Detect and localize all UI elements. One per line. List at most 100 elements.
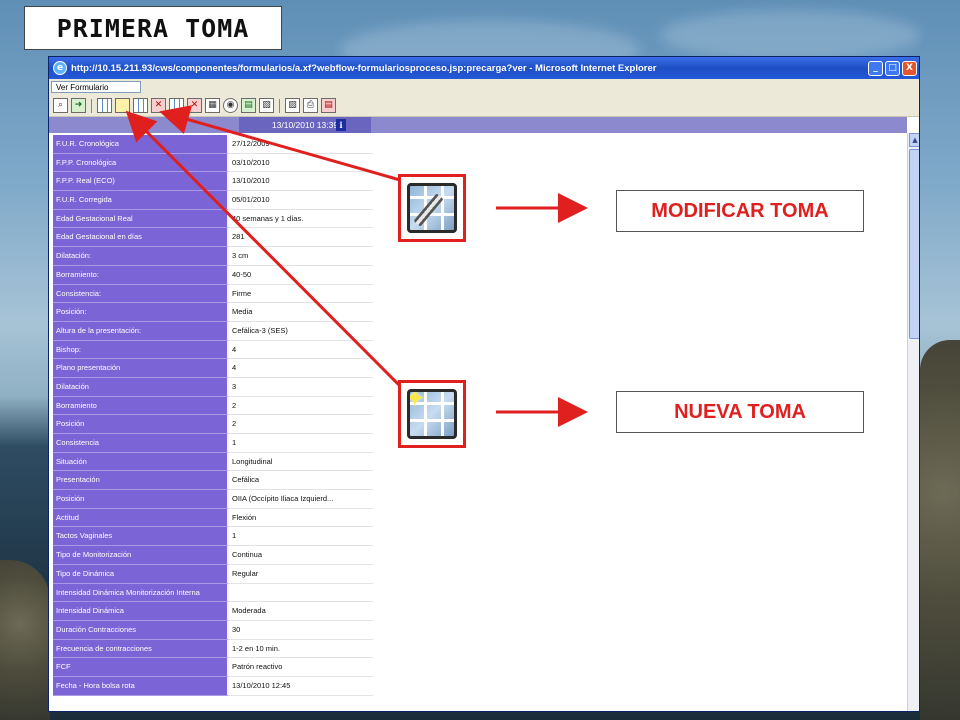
form-row: Dilatación 3: [53, 377, 375, 397]
form-row-label: Presentación: [53, 471, 229, 491]
form-row: Borramiento 2: [53, 396, 375, 416]
form-row: Consistencia: Firme: [53, 284, 375, 304]
form-row-value: 2: [229, 397, 373, 416]
graph-icon[interactable]: ▧: [259, 98, 274, 113]
form-row-value: 4: [229, 359, 373, 378]
form-row-label: F.U.R. Corregida: [53, 191, 229, 210]
form-row-label: F.U.R. Cronológica: [53, 135, 229, 154]
form-row-value: Flexión: [229, 509, 373, 528]
form-row-value: 40 semanas y 1 días.: [229, 210, 373, 229]
form-row: Duración Contracciones 30: [53, 620, 375, 640]
form-row-value: Continua: [229, 546, 373, 565]
form-row: Intensidad Dinámica Monitorización Inter…: [53, 583, 375, 603]
radio-icon[interactable]: ◉: [223, 98, 238, 113]
form-toolbar: ⌕ ➜ ✕ ✕ ▦ ◉ ▤ ▧ ▨ ⎙ ▤: [49, 95, 919, 117]
record-date-tab[interactable]: 13/10/2010 13:39: [239, 117, 371, 133]
form-row-value: 4: [229, 341, 373, 360]
form-row: Dilatación: 3 cm: [53, 247, 375, 266]
form-row-label: Tipo de Monitorización: [53, 546, 229, 565]
form-row: F.U.R. Corregida 05/01/2010: [53, 191, 375, 210]
form-row-value: 1: [229, 434, 373, 453]
form-row-label: Actitud: [53, 508, 229, 528]
maximize-button[interactable]: □: [885, 60, 900, 76]
line-chart-icon[interactable]: ▨: [285, 98, 300, 113]
form-row-label: Borramiento: [53, 396, 229, 416]
info-icon[interactable]: i: [336, 119, 346, 131]
form-row: Edad Gestacional Real 40 semanas y 1 días…: [53, 209, 375, 229]
coastal-rocks: [920, 340, 960, 720]
form-row: Bishop: 4: [53, 340, 375, 360]
form-row: Frecuencia de contracciones 1-2 en 10 min…: [53, 639, 375, 659]
save-icon[interactable]: ▤: [241, 98, 256, 113]
form-row: Fecha - Hora bolsa rota 13/10/2010 12:45: [53, 676, 375, 696]
form-row: Posición 2: [53, 415, 375, 434]
form-row-label: Altura de la presentación:: [53, 321, 229, 341]
form-row-label: Situación: [53, 452, 229, 472]
form-row-label: Tactos Vaginales: [53, 527, 229, 547]
edit-record-icon[interactable]: [133, 98, 148, 113]
new-grid-icon: ✦: [407, 389, 457, 439]
form-row: F.P.P. Cronológica 03/10/2010: [53, 153, 375, 173]
form-row-value: 2: [229, 415, 373, 434]
toolbar-separator: [279, 98, 280, 113]
chart-icon[interactable]: [169, 98, 184, 113]
form-row-label: Frecuencia de contracciones: [53, 639, 229, 659]
form-row-label: Fecha - Hora bolsa rota: [53, 676, 229, 696]
close-button[interactable]: X: [902, 60, 917, 76]
form-row-label: Consistencia: [53, 434, 229, 453]
search-icon[interactable]: ⌕: [53, 98, 68, 113]
remove-row-icon[interactable]: ✕: [187, 98, 202, 113]
form-selector[interactable]: Ver Formulario: [51, 81, 141, 93]
form-row: Tactos Vaginales 1: [53, 527, 375, 547]
scroll-up-arrow[interactable]: ▲: [909, 133, 919, 147]
form-row: Altura de la presentación: Cefálica-3 (SE…: [53, 321, 375, 341]
document-grid-icon[interactable]: ▦: [205, 98, 220, 113]
form-row-value: 03/10/2010: [229, 154, 373, 173]
form-row-label: Intensidad Dinámica Monitorización Inter…: [53, 583, 229, 603]
form-row-label: FCF: [53, 658, 229, 677]
form-row: Consistencia 1: [53, 434, 375, 453]
form-row-label: Posición: [53, 490, 229, 509]
vertical-scrollbar[interactable]: ▲: [907, 133, 919, 711]
form-row-value: Media: [229, 303, 373, 322]
form-row-value: 1: [229, 527, 373, 547]
form-row-label: Edad Gestacional en días: [53, 228, 229, 248]
window-controls: _ □ X: [868, 60, 917, 76]
star-icon: ✦: [410, 392, 426, 412]
minimize-button[interactable]: _: [868, 60, 883, 76]
form-row-label: Edad Gestacional Real: [53, 209, 229, 229]
toolbar-separator: [91, 98, 92, 113]
form-row: Intensidad Dinámica Moderada: [53, 602, 375, 621]
form-row-value: Regular: [229, 565, 373, 584]
form-row: Plano presentación 4: [53, 359, 375, 378]
delete-record-icon[interactable]: ✕: [151, 98, 166, 113]
form-row-value: 3 cm: [229, 247, 373, 266]
print-icon[interactable]: ⎙: [303, 98, 318, 113]
coastal-rocks: [0, 560, 50, 720]
form-row-value: 40-50: [229, 266, 373, 285]
cloud: [660, 10, 920, 60]
form-row: Tipo de Monitorización Continua: [53, 546, 375, 565]
form-row: F.P.P. Real (ECO) 13/10/2010: [53, 172, 375, 192]
form-row-label: Intensidad Dinámica: [53, 602, 229, 621]
new-record-icon[interactable]: [115, 98, 130, 113]
form-row: Edad Gestacional en días 281: [53, 228, 375, 248]
browser-window: e http://10.15.211.93/cws/componentes/fo…: [48, 56, 920, 712]
form-row: Tipo de Dinámica Regular: [53, 564, 375, 584]
form-row: Posición: Media: [53, 303, 375, 322]
form-row: Situación Longitudinal: [53, 452, 375, 472]
form-row-label: Borramiento:: [53, 265, 229, 285]
form-row-value: [229, 584, 373, 603]
pdf-icon[interactable]: ▤: [321, 98, 336, 113]
new-toma-label: NUEVA TOMA: [616, 391, 864, 433]
form-row-label: Posición: [53, 415, 229, 434]
form-row-label: Tipo de Dinámica: [53, 564, 229, 584]
edit-grid-icon: [407, 183, 457, 233]
scroll-thumb[interactable]: [909, 149, 919, 339]
form-row-value: 05/01/2010: [229, 191, 373, 210]
modify-toma-icon-callout: [398, 174, 466, 242]
table-view-icon[interactable]: [97, 98, 112, 113]
form-row-value: 13/10/2010: [229, 172, 373, 192]
exit-icon[interactable]: ➜: [71, 98, 86, 113]
form-row-value: Longitudinal: [229, 453, 373, 472]
